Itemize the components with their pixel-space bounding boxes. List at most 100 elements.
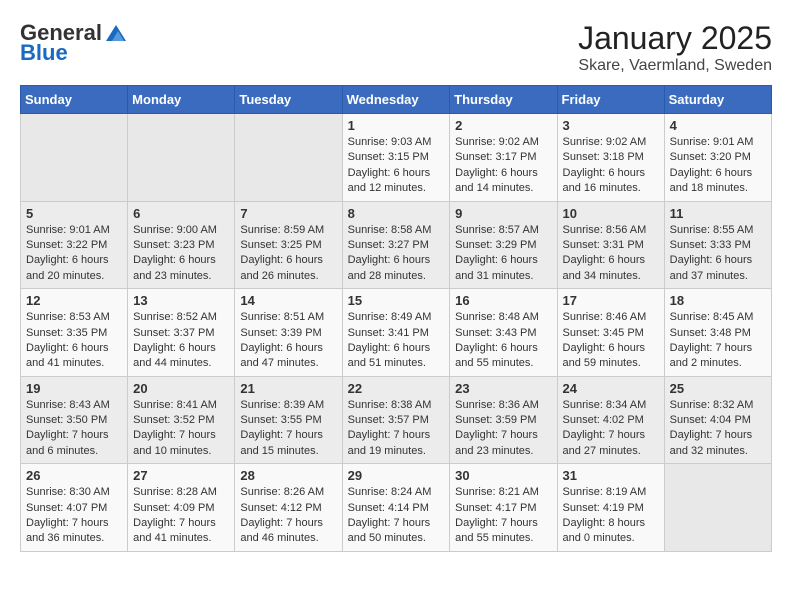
daylight-text: Daylight: 6 hours and 31 minutes. bbox=[455, 253, 551, 284]
cell-details: Sunrise: 8:55 AMSunset: 3:33 PMDaylight:… bbox=[670, 223, 766, 285]
calendar-week-5: 26Sunrise: 8:30 AMSunset: 4:07 PMDayligh… bbox=[21, 464, 772, 552]
calendar-cell: 5Sunrise: 9:01 AMSunset: 3:22 PMDaylight… bbox=[21, 201, 128, 289]
calendar-cell: 9 Sunrise: 8:57 AMSunset: 3:29 PMDaylight… bbox=[450, 201, 557, 289]
sunset-text: Sunset: 3:33 PM bbox=[670, 238, 766, 253]
calendar-cell bbox=[21, 114, 128, 202]
sunset-text: Sunset: 3:31 PM bbox=[563, 238, 659, 253]
day-number: 20 bbox=[133, 381, 229, 396]
day-number: 30 bbox=[455, 468, 551, 483]
sunrise-text: Sunrise: 8:48 AM bbox=[455, 310, 551, 325]
calendar-cell: 19Sunrise: 8:43 AMSunset: 3:50 PMDayligh… bbox=[21, 376, 128, 464]
sunset-text: Sunset: 3:23 PM bbox=[133, 238, 229, 253]
daylight-text: Daylight: 7 hours and 55 minutes. bbox=[455, 516, 551, 547]
calendar-cell: 30Sunrise: 8:21 AMSunset: 4:17 PMDayligh… bbox=[450, 464, 557, 552]
day-number: 9 bbox=[455, 206, 551, 221]
daylight-text: Daylight: 6 hours and 47 minutes. bbox=[240, 341, 336, 372]
cell-details: Sunrise: 8:52 AMSunset: 3:37 PMDaylight:… bbox=[133, 310, 229, 372]
calendar-cell: 13Sunrise: 8:52 AMSunset: 3:37 PMDayligh… bbox=[128, 289, 235, 377]
sunrise-text: Sunrise: 8:52 AM bbox=[133, 310, 229, 325]
day-number: 4 bbox=[670, 118, 766, 133]
daylight-text: Daylight: 7 hours and 10 minutes. bbox=[133, 428, 229, 459]
calendar-cell: 1Sunrise: 9:03 AMSunset: 3:15 PMDaylight… bbox=[342, 114, 450, 202]
sunrise-text: Sunrise: 9:02 AM bbox=[563, 135, 659, 150]
day-number: 14 bbox=[240, 293, 336, 308]
weekday-header-wednesday: Wednesday bbox=[342, 86, 450, 114]
sunset-text: Sunset: 3:17 PM bbox=[455, 150, 551, 165]
cell-details: Sunrise: 9:01 AMSunset: 3:22 PMDaylight:… bbox=[26, 223, 122, 285]
day-number: 10 bbox=[563, 206, 659, 221]
cell-details: Sunrise: 8:19 AMSunset: 4:19 PMDaylight:… bbox=[563, 485, 659, 547]
sunset-text: Sunset: 3:57 PM bbox=[348, 413, 445, 428]
day-number: 8 bbox=[348, 206, 445, 221]
day-number: 2 bbox=[455, 118, 551, 133]
calendar-cell: 26Sunrise: 8:30 AMSunset: 4:07 PMDayligh… bbox=[21, 464, 128, 552]
daylight-text: Daylight: 7 hours and 36 minutes. bbox=[26, 516, 122, 547]
day-number: 15 bbox=[348, 293, 445, 308]
sunrise-text: Sunrise: 9:02 AM bbox=[455, 135, 551, 150]
day-number: 24 bbox=[563, 381, 659, 396]
calendar-cell: 31 Sunrise: 8:19 AMSunset: 4:19 PMDayligh… bbox=[557, 464, 664, 552]
daylight-text: Daylight: 6 hours and 23 minutes. bbox=[133, 253, 229, 284]
sunrise-text: Sunrise: 8:30 AM bbox=[26, 485, 122, 500]
sunrise-text: Sunrise: 8:57 AM bbox=[455, 223, 551, 238]
sunset-text: Sunset: 3:59 PM bbox=[455, 413, 551, 428]
sunrise-text: Sunrise: 8:59 AM bbox=[240, 223, 336, 238]
sunrise-text: Sunrise: 9:01 AM bbox=[670, 135, 766, 150]
day-number: 23 bbox=[455, 381, 551, 396]
cell-details: Sunrise: 9:00 AMSunset: 3:23 PMDaylight:… bbox=[133, 223, 229, 285]
cell-details: Sunrise: 9:03 AMSunset: 3:15 PMDaylight:… bbox=[348, 135, 445, 197]
daylight-text: Daylight: 6 hours and 37 minutes. bbox=[670, 253, 766, 284]
cell-details: Sunrise: 8:56 AMSunset: 3:31 PMDaylight:… bbox=[563, 223, 659, 285]
cell-details: Sunrise: 8:38 AMSunset: 3:57 PMDaylight:… bbox=[348, 398, 445, 460]
sunset-text: Sunset: 4:19 PM bbox=[563, 501, 659, 516]
weekday-header-friday: Friday bbox=[557, 86, 664, 114]
daylight-text: Daylight: 6 hours and 51 minutes. bbox=[348, 341, 445, 372]
calendar-cell: 25Sunrise: 8:32 AMSunset: 4:04 PMDayligh… bbox=[664, 376, 771, 464]
daylight-text: Daylight: 7 hours and 19 minutes. bbox=[348, 428, 445, 459]
sunrise-text: Sunrise: 8:51 AM bbox=[240, 310, 336, 325]
cell-details: Sunrise: 8:45 AMSunset: 3:48 PMDaylight:… bbox=[670, 310, 766, 372]
daylight-text: Daylight: 7 hours and 6 minutes. bbox=[26, 428, 122, 459]
cell-details: Sunrise: 8:48 AMSunset: 3:43 PMDaylight:… bbox=[455, 310, 551, 372]
calendar-cell: 10 Sunrise: 8:56 AMSunset: 3:31 PMDayligh… bbox=[557, 201, 664, 289]
cell-details: Sunrise: 9:02 AMSunset: 3:17 PMDaylight:… bbox=[455, 135, 551, 197]
calendar-cell: 28Sunrise: 8:26 AMSunset: 4:12 PMDayligh… bbox=[235, 464, 342, 552]
page-header: General Blue January 2025 Skare, Vaermla… bbox=[20, 20, 772, 75]
sunrise-text: Sunrise: 8:21 AM bbox=[455, 485, 551, 500]
cell-details: Sunrise: 8:59 AMSunset: 3:25 PMDaylight:… bbox=[240, 223, 336, 285]
calendar-cell: 7Sunrise: 8:59 AMSunset: 3:25 PMDaylight… bbox=[235, 201, 342, 289]
weekday-header-thursday: Thursday bbox=[450, 86, 557, 114]
calendar-cell: 23Sunrise: 8:36 AMSunset: 3:59 PMDayligh… bbox=[450, 376, 557, 464]
cell-details: Sunrise: 8:57 AMSunset: 3:29 PMDaylight:… bbox=[455, 223, 551, 285]
sunrise-text: Sunrise: 8:39 AM bbox=[240, 398, 336, 413]
weekday-header-tuesday: Tuesday bbox=[235, 86, 342, 114]
calendar-cell: 18Sunrise: 8:45 AMSunset: 3:48 PMDayligh… bbox=[664, 289, 771, 377]
calendar-cell: 6 Sunrise: 9:00 AMSunset: 3:23 PMDaylight… bbox=[128, 201, 235, 289]
logo-icon bbox=[104, 21, 128, 45]
calendar-cell: 15Sunrise: 8:49 AMSunset: 3:41 PMDayligh… bbox=[342, 289, 450, 377]
sunset-text: Sunset: 4:02 PM bbox=[563, 413, 659, 428]
day-number: 6 bbox=[133, 206, 229, 221]
day-number: 31 bbox=[563, 468, 659, 483]
sunrise-text: Sunrise: 8:46 AM bbox=[563, 310, 659, 325]
weekday-header-row: SundayMondayTuesdayWednesdayThursdayFrid… bbox=[21, 86, 772, 114]
sunrise-text: Sunrise: 8:19 AM bbox=[563, 485, 659, 500]
sunset-text: Sunset: 3:41 PM bbox=[348, 326, 445, 341]
sunset-text: Sunset: 3:55 PM bbox=[240, 413, 336, 428]
daylight-text: Daylight: 6 hours and 20 minutes. bbox=[26, 253, 122, 284]
day-number: 16 bbox=[455, 293, 551, 308]
page-title: January 2025 bbox=[578, 20, 772, 57]
cell-details: Sunrise: 8:51 AMSunset: 3:39 PMDaylight:… bbox=[240, 310, 336, 372]
sunrise-text: Sunrise: 8:38 AM bbox=[348, 398, 445, 413]
sunset-text: Sunset: 4:14 PM bbox=[348, 501, 445, 516]
calendar-cell: 24Sunrise: 8:34 AMSunset: 4:02 PMDayligh… bbox=[557, 376, 664, 464]
cell-details: Sunrise: 8:46 AMSunset: 3:45 PMDaylight:… bbox=[563, 310, 659, 372]
logo: General Blue bbox=[20, 20, 128, 66]
cell-details: Sunrise: 8:39 AMSunset: 3:55 PMDaylight:… bbox=[240, 398, 336, 460]
daylight-text: Daylight: 6 hours and 44 minutes. bbox=[133, 341, 229, 372]
cell-details: Sunrise: 8:58 AMSunset: 3:27 PMDaylight:… bbox=[348, 223, 445, 285]
sunrise-text: Sunrise: 8:26 AM bbox=[240, 485, 336, 500]
calendar-cell: 4Sunrise: 9:01 AMSunset: 3:20 PMDaylight… bbox=[664, 114, 771, 202]
sunset-text: Sunset: 4:12 PM bbox=[240, 501, 336, 516]
day-number: 26 bbox=[26, 468, 122, 483]
